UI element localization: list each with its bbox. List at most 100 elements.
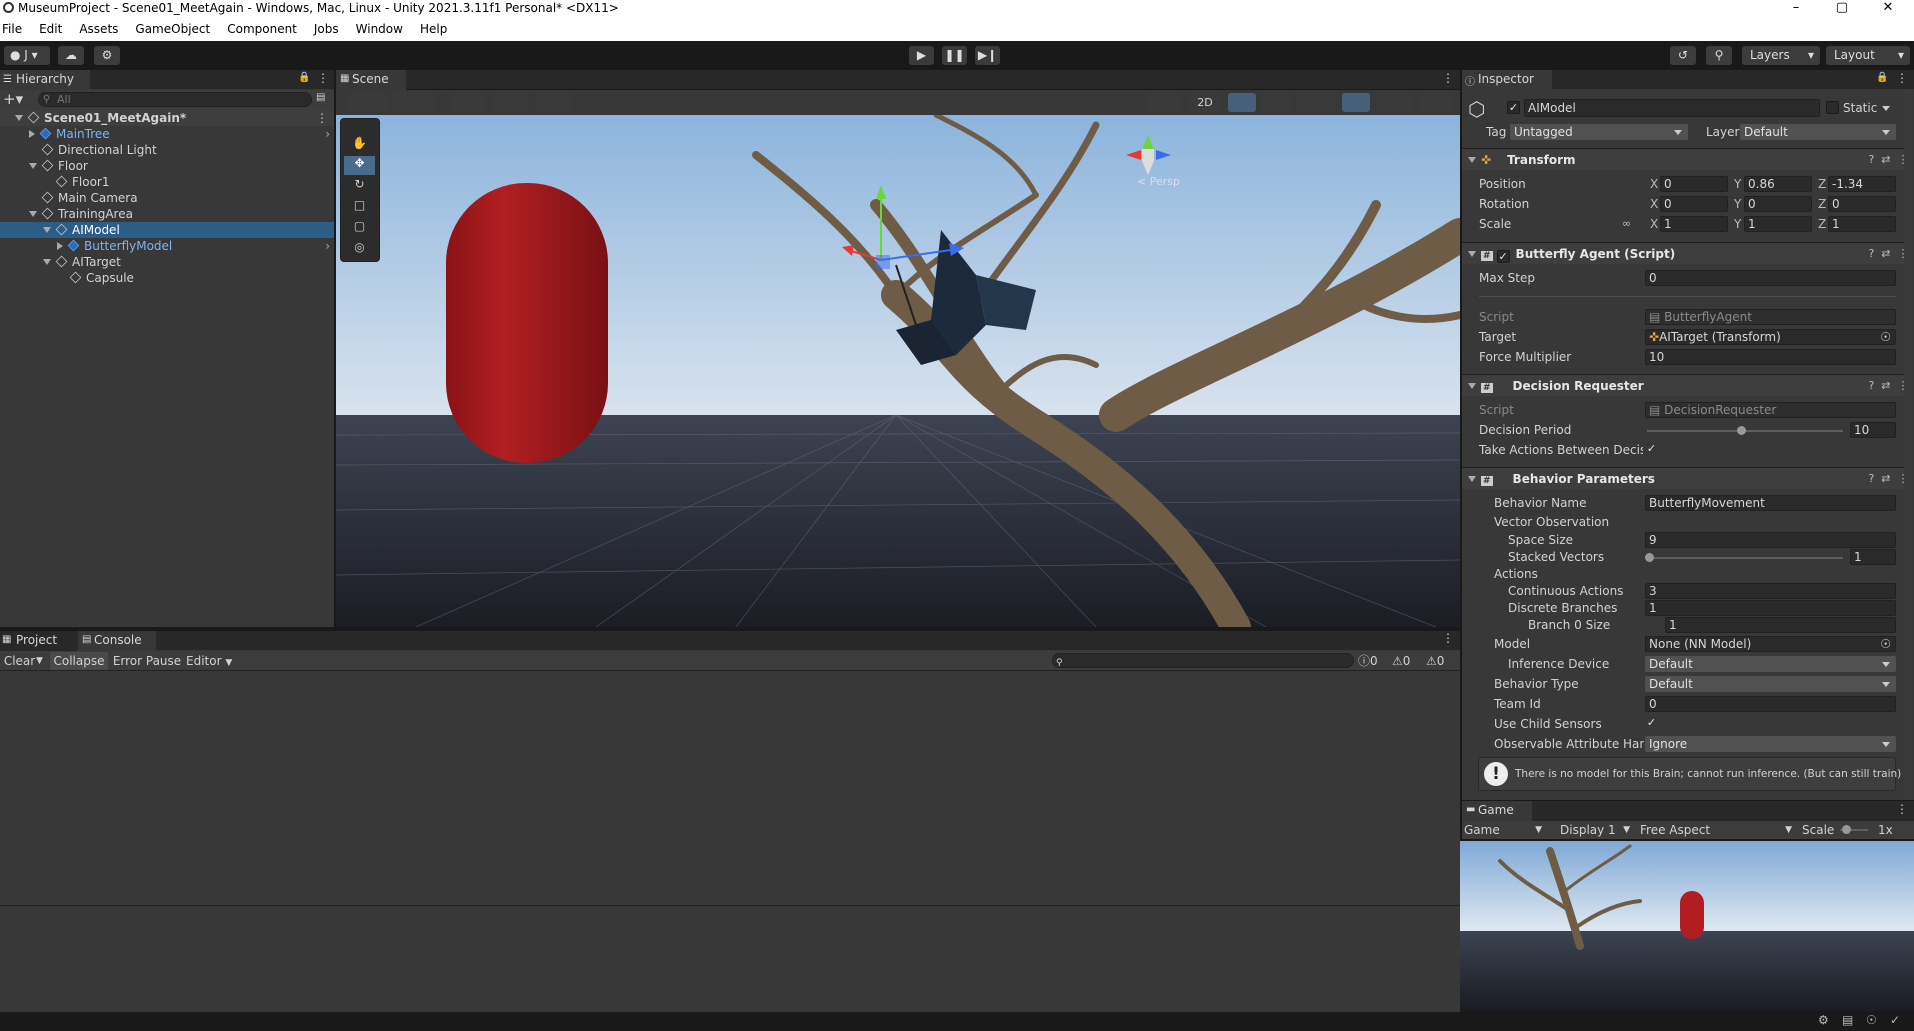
hierarchy-item[interactable]: MainTree › <box>0 126 334 142</box>
scale-label[interactable]: Scale <box>1479 215 1511 233</box>
more-icon[interactable]: ⋮ <box>1442 631 1454 645</box>
menu-file[interactable]: File <box>0 18 30 36</box>
history-icon[interactable]: ↺ <box>1670 46 1696 65</box>
add-icon[interactable]: +▾ <box>3 90 23 108</box>
position-y-field[interactable]: 0.86 <box>1744 176 1812 192</box>
scene-visibility-icon[interactable]: ▤ <box>316 92 325 103</box>
render-mode-dropdown[interactable] <box>392 93 434 112</box>
hidden-objects-icon[interactable] <box>1342 93 1370 112</box>
lock-icon[interactable]: 🔒 <box>298 72 310 83</box>
aspect-dropdown[interactable]: Free Aspect ▼ <box>1640 821 1796 839</box>
position-z-field[interactable]: -1.34 <box>1828 176 1896 192</box>
bug-icon[interactable]: ⚙ <box>1818 1013 1829 1027</box>
inference-device-dropdown[interactable]: Default <box>1645 656 1896 672</box>
position-label[interactable]: Position <box>1479 175 1526 193</box>
scene-viewport[interactable]: < Persp <box>336 115 1460 627</box>
hierarchy-item[interactable]: ButterflyModel › <box>0 238 334 254</box>
chevron-right-icon[interactable]: › <box>325 126 330 142</box>
gizmos-dropdown[interactable] <box>1418 93 1454 112</box>
menu-assets[interactable]: Assets <box>70 18 126 36</box>
layout-dropdown[interactable]: Layout ▾ <box>1826 46 1910 65</box>
grid-toggle-dropdown[interactable] <box>536 93 570 112</box>
play-button[interactable]: ▶ <box>909 46 934 65</box>
more-icon[interactable]: ⋮ <box>317 71 329 85</box>
position-x-field[interactable]: 0 <box>1660 176 1728 192</box>
hierarchy-item[interactable]: Floor1 <box>0 174 334 190</box>
collapse-arrow-icon[interactable] <box>43 227 51 233</box>
console-warning-count[interactable]: ⚠0 <box>1392 652 1410 670</box>
stacked-vectors-slider[interactable] <box>1647 557 1843 559</box>
collab-icon[interactable]: ⚙ <box>94 46 120 65</box>
grid-snap-dropdown[interactable] <box>452 93 486 112</box>
rotation-y-label[interactable]: Y <box>1734 197 1741 211</box>
tab-project[interactable]: ▦ Project <box>0 631 76 651</box>
object-picker-icon[interactable]: ☉ <box>1880 330 1891 344</box>
hierarchy-item[interactable]: Capsule <box>0 270 334 286</box>
hierarchy-item[interactable]: Floor <box>0 158 334 174</box>
model-field[interactable]: None (NN Model) ☉ <box>1645 636 1896 652</box>
console-search-input[interactable]: ⚲ <box>1052 653 1354 668</box>
scale-z-field[interactable]: 1 <box>1828 216 1896 232</box>
menu-edit[interactable]: Edit <box>30 18 70 36</box>
chevron-right-icon[interactable]: › <box>325 238 330 254</box>
network-icon[interactable]: ☉ <box>1866 1013 1877 1027</box>
menu-help[interactable]: Help <box>411 18 455 36</box>
audio-icon[interactable] <box>1262 93 1290 112</box>
layers-dropdown[interactable]: Layers ▾ <box>1742 46 1820 65</box>
red-capsule[interactable] <box>446 183 608 463</box>
step-button[interactable]: ▶❙ <box>975 46 1000 65</box>
snap-increment-dropdown[interactable] <box>494 93 528 112</box>
tab-hierarchy[interactable]: ☰ Hierarchy <box>0 70 90 90</box>
hierarchy-item[interactable]: Main Camera <box>0 190 334 206</box>
clear-button[interactable]: Clear ▼ <box>0 653 46 669</box>
editor-dropdown[interactable]: Editor ▼ <box>186 652 236 670</box>
pause-button[interactable]: ❚❚ <box>942 46 967 65</box>
max-step-field[interactable]: 0 <box>1645 270 1896 286</box>
stacked-vectors-field[interactable]: 1 <box>1850 549 1896 565</box>
tab-console[interactable]: ▤ Console <box>78 631 156 651</box>
scale-x-label[interactable]: X <box>1650 217 1658 231</box>
collapse-arrow-icon[interactable] <box>29 211 37 217</box>
more-icon[interactable]: ⋮ <box>1896 802 1908 816</box>
transform-header[interactable]: ✜ Transform? ⇄ ⋮ <box>1462 148 1912 170</box>
lock-icon[interactable]: 🔒 <box>1876 72 1888 83</box>
scale-y-field[interactable]: 1 <box>1744 216 1812 232</box>
lighting-icon[interactable] <box>1228 93 1256 112</box>
tag-dropdown[interactable]: Untagged <box>1510 124 1688 140</box>
game-viewport[interactable] <box>1460 841 1914 1011</box>
menu-component[interactable]: Component <box>218 18 305 36</box>
scale-tool-icon[interactable]: □ <box>344 198 375 217</box>
hierarchy-item[interactable]: Scene01_MeetAgain* ⋮ <box>0 110 334 126</box>
team-id-field[interactable]: 0 <box>1645 696 1896 712</box>
effects-dropdown[interactable] <box>1296 93 1336 112</box>
expand-arrow-icon[interactable] <box>29 130 35 138</box>
behavior-type-dropdown[interactable]: Default <box>1645 676 1896 692</box>
persp-label[interactable]: < Persp <box>1137 175 1180 188</box>
shading-dropdown[interactable] <box>1146 93 1182 112</box>
collapse-arrow-icon[interactable] <box>43 259 51 265</box>
collapse-button[interactable]: Collapse <box>50 652 108 670</box>
scale-y-label[interactable]: Y <box>1734 217 1741 231</box>
hand-tool-icon[interactable]: ✋ <box>344 136 375 155</box>
rotation-x-field[interactable]: 0 <box>1660 196 1728 212</box>
rotation-z-field[interactable]: 0 <box>1828 196 1896 212</box>
position-x-label[interactable]: X <box>1650 177 1658 191</box>
console-log-count[interactable]: ⓘ0 <box>1358 652 1378 670</box>
observable-attribute-dropdown[interactable]: Ignore <box>1645 736 1896 752</box>
branch0-size-field[interactable]: 1 <box>1665 617 1896 633</box>
error-pause-button[interactable]: Error Pause <box>110 652 184 670</box>
game-mode-dropdown[interactable]: Game ▼ <box>1464 821 1546 839</box>
rotation-label[interactable]: Rotation <box>1479 195 1529 213</box>
use-child-sensors-checkbox[interactable]: ✓ <box>1645 717 1658 730</box>
collapse-arrow-icon[interactable] <box>15 115 23 121</box>
active-checkbox[interactable]: ✓ <box>1507 101 1520 114</box>
game-scale-slider-knob[interactable] <box>1842 825 1851 834</box>
menu-window[interactable]: Window <box>347 18 411 36</box>
static-dropdown[interactable] <box>1882 100 1896 116</box>
rotate-tool-icon[interactable]: ↻ <box>344 177 375 196</box>
display-dropdown[interactable]: Display 1 ▼ <box>1560 821 1634 839</box>
rotation-z-label[interactable]: Z <box>1818 197 1826 211</box>
tab-inspector[interactable]: ⓘ Inspector <box>1462 70 1552 90</box>
stacked-vectors-slider-knob[interactable] <box>1645 553 1654 562</box>
cloud-icon[interactable]: ☁ <box>58 46 84 65</box>
